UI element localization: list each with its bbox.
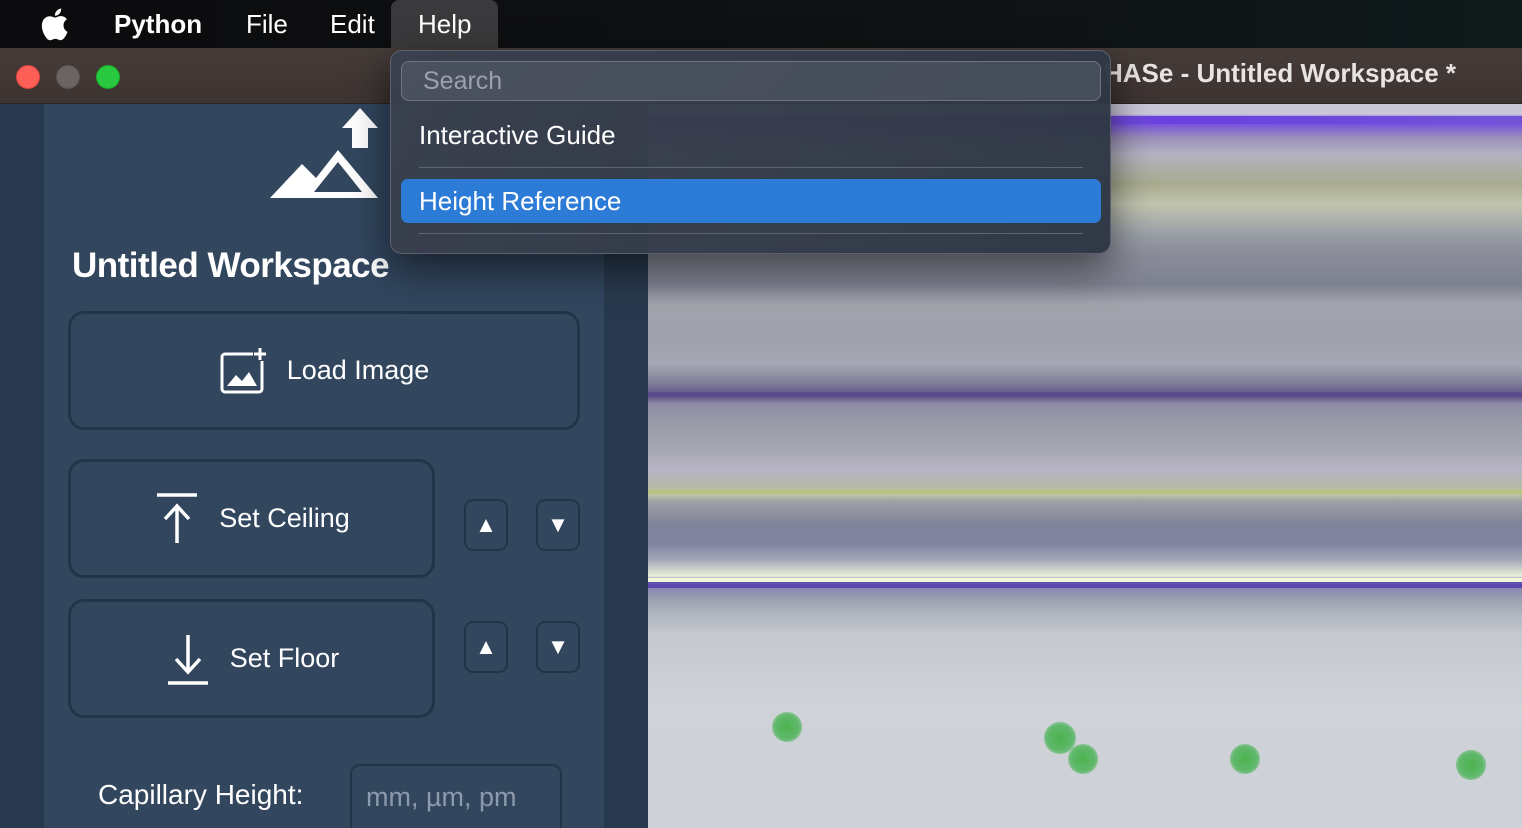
- load-image-label: Load Image: [286, 355, 430, 385]
- image-stripe: [648, 392, 1522, 397]
- window-title: HASe - Untitled Workspace *: [1104, 58, 1457, 88]
- menu-file[interactable]: File: [246, 0, 288, 48]
- menu-separator: [419, 233, 1083, 234]
- arrow-up-to-line-icon: [157, 492, 198, 543]
- menu-app-python[interactable]: Python: [114, 0, 202, 48]
- window-maximize-button[interactable]: [96, 65, 120, 89]
- floor-down-button[interactable]: ▼: [536, 621, 580, 673]
- workspace-title: Untitled Workspace: [72, 246, 390, 285]
- image-stripe: [648, 578, 1522, 582]
- set-floor-label: Set Floor: [229, 643, 340, 673]
- green-particle: [1230, 744, 1260, 774]
- menu-help[interactable]: Help: [391, 0, 499, 48]
- image-stripe: [648, 584, 1522, 588]
- green-particle: [772, 712, 802, 742]
- ceiling-down-button[interactable]: ▼: [536, 499, 580, 551]
- menu-edit[interactable]: Edit: [330, 0, 375, 48]
- image-add-icon: [220, 345, 268, 393]
- set-floor-button[interactable]: Set Floor: [68, 599, 435, 718]
- menu-separator: [419, 167, 1083, 168]
- mountain-up-arrow-icon: [270, 108, 378, 198]
- capillary-height-input[interactable]: [350, 764, 562, 828]
- menu-item-interactive-guide[interactable]: Interactive Guide: [401, 113, 1101, 157]
- help-search-input[interactable]: [401, 61, 1101, 101]
- window-minimize-button[interactable]: [56, 65, 80, 89]
- image-stripe: [648, 490, 1522, 494]
- menu-bar: Python File Edit Help: [0, 0, 1522, 48]
- green-particle: [1456, 750, 1486, 780]
- ceiling-up-button[interactable]: ▲: [464, 499, 508, 551]
- set-ceiling-button[interactable]: Set Ceiling: [68, 459, 435, 578]
- window-close-button[interactable]: [16, 65, 40, 89]
- set-ceiling-label: Set Ceiling: [219, 503, 350, 533]
- arrow-down-to-line-icon: [167, 634, 208, 685]
- load-image-button[interactable]: Load Image: [68, 311, 580, 430]
- floor-up-button[interactable]: ▲: [464, 621, 508, 673]
- help-menu-dropdown: Interactive Guide Height Reference: [390, 50, 1111, 254]
- capillary-height-label: Capillary Height:: [98, 779, 304, 810]
- menu-item-height-reference[interactable]: Height Reference: [401, 179, 1101, 223]
- green-particle: [1068, 744, 1098, 774]
- apple-logo-icon[interactable]: [40, 6, 74, 42]
